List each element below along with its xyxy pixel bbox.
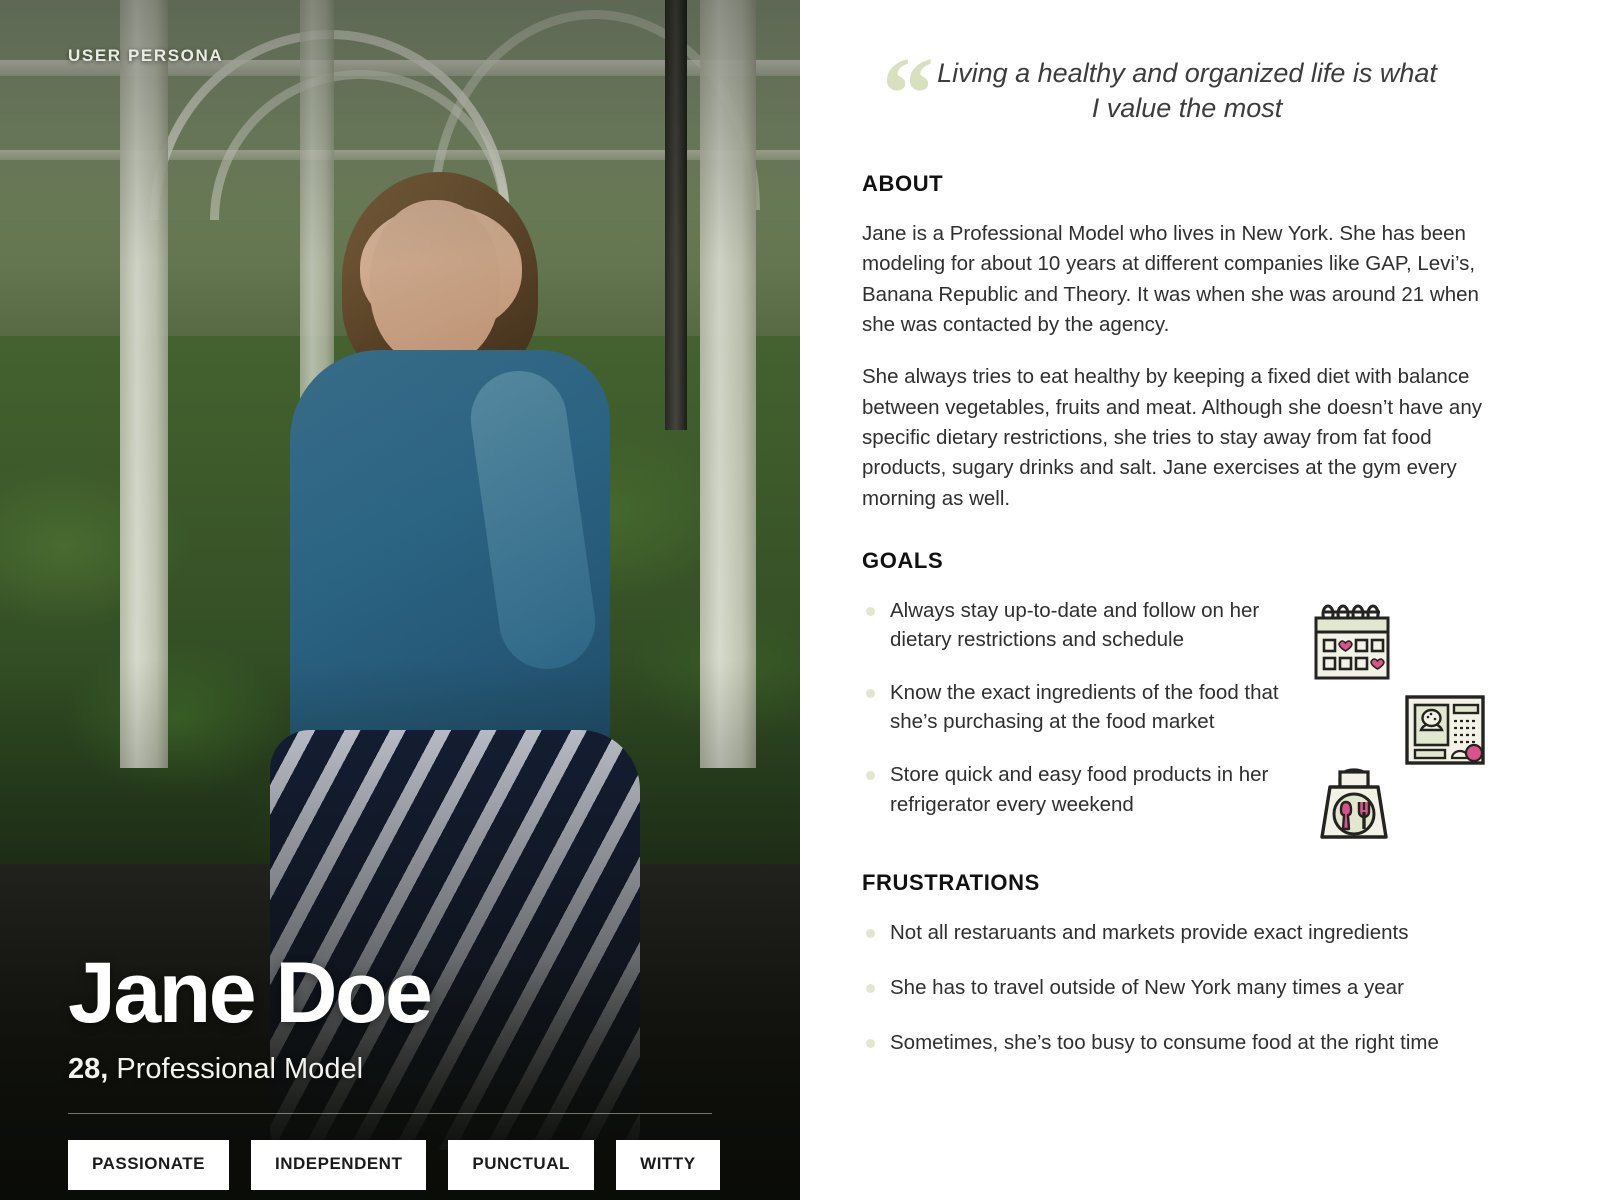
quote-text: Living a healthy and organized life is w… (937, 58, 1437, 123)
list-item: Store quick and easy food products in he… (862, 760, 1296, 818)
persona-identity-block: Jane Doe 28, Professional Model (68, 945, 748, 1086)
shopping-bag-food-icon (1314, 766, 1394, 847)
trait-tag[interactable]: PUNCTUAL (448, 1140, 594, 1190)
about-heading: ABOUT (862, 171, 944, 197)
trait-tag[interactable]: WITTY (615, 1140, 720, 1190)
goals-section: GOALS Always stay up-to-date and follow … (862, 548, 1500, 839)
goals-list: Always stay up-to-date and follow on her… (862, 596, 1296, 819)
recipe-menu-icon (1404, 694, 1486, 771)
list-item: Sometimes, she’s too busy to consume foo… (862, 1028, 1500, 1057)
frustrations-heading: FRUSTRATIONS (862, 870, 1040, 896)
eyebrow-label: USER PERSONA (68, 46, 224, 65)
persona-quote: “ Living a healthy and organized life is… (862, 42, 1500, 146)
list-item: Know the exact ingredients of the food t… (862, 678, 1296, 736)
quote-mark-icon: “ (882, 36, 934, 151)
about-paragraph: Jane is a Professional Model who lives i… (862, 222, 1479, 337)
trait-tag[interactable]: PASSIONATE (68, 1140, 229, 1190)
persona-info-panel: “ Living a healthy and organized life is… (800, 0, 1600, 1200)
list-item: Always stay up-to-date and follow on her… (862, 596, 1296, 654)
calendar-heart-icon (1310, 604, 1394, 689)
about-section: ABOUT Jane is a Professional Model who l… (862, 171, 1500, 514)
about-paragraph: She always tries to eat healthy by keepi… (862, 365, 1482, 510)
user-persona-card: USER PERSONA Jane Doe 28, Professional M… (0, 0, 1600, 1200)
persona-subtitle: 28, Professional Model (68, 1053, 748, 1086)
list-item: She has to travel outside of New York ma… (862, 973, 1500, 1002)
trait-tag[interactable]: INDEPENDENT (251, 1140, 427, 1190)
persona-photo-panel: USER PERSONA Jane Doe 28, Professional M… (0, 0, 800, 1200)
persona-trait-tags: PASSIONATE INDEPENDENT PUNCTUAL WITTY (68, 1140, 720, 1190)
goals-heading: GOALS (862, 548, 944, 574)
persona-age: 28, (68, 1053, 109, 1085)
goals-illustrations (1300, 596, 1500, 839)
persona-occupation: Professional Model (108, 1053, 364, 1085)
page-title: Jane Doe (68, 945, 433, 1042)
frustrations-section: FRUSTRATIONS Not all restaruants and mar… (862, 870, 1500, 1057)
frustrations-list: Not all restaruants and markets provide … (862, 918, 1500, 1057)
divider (68, 1113, 712, 1114)
list-item: Not all restaruants and markets provide … (862, 918, 1500, 947)
